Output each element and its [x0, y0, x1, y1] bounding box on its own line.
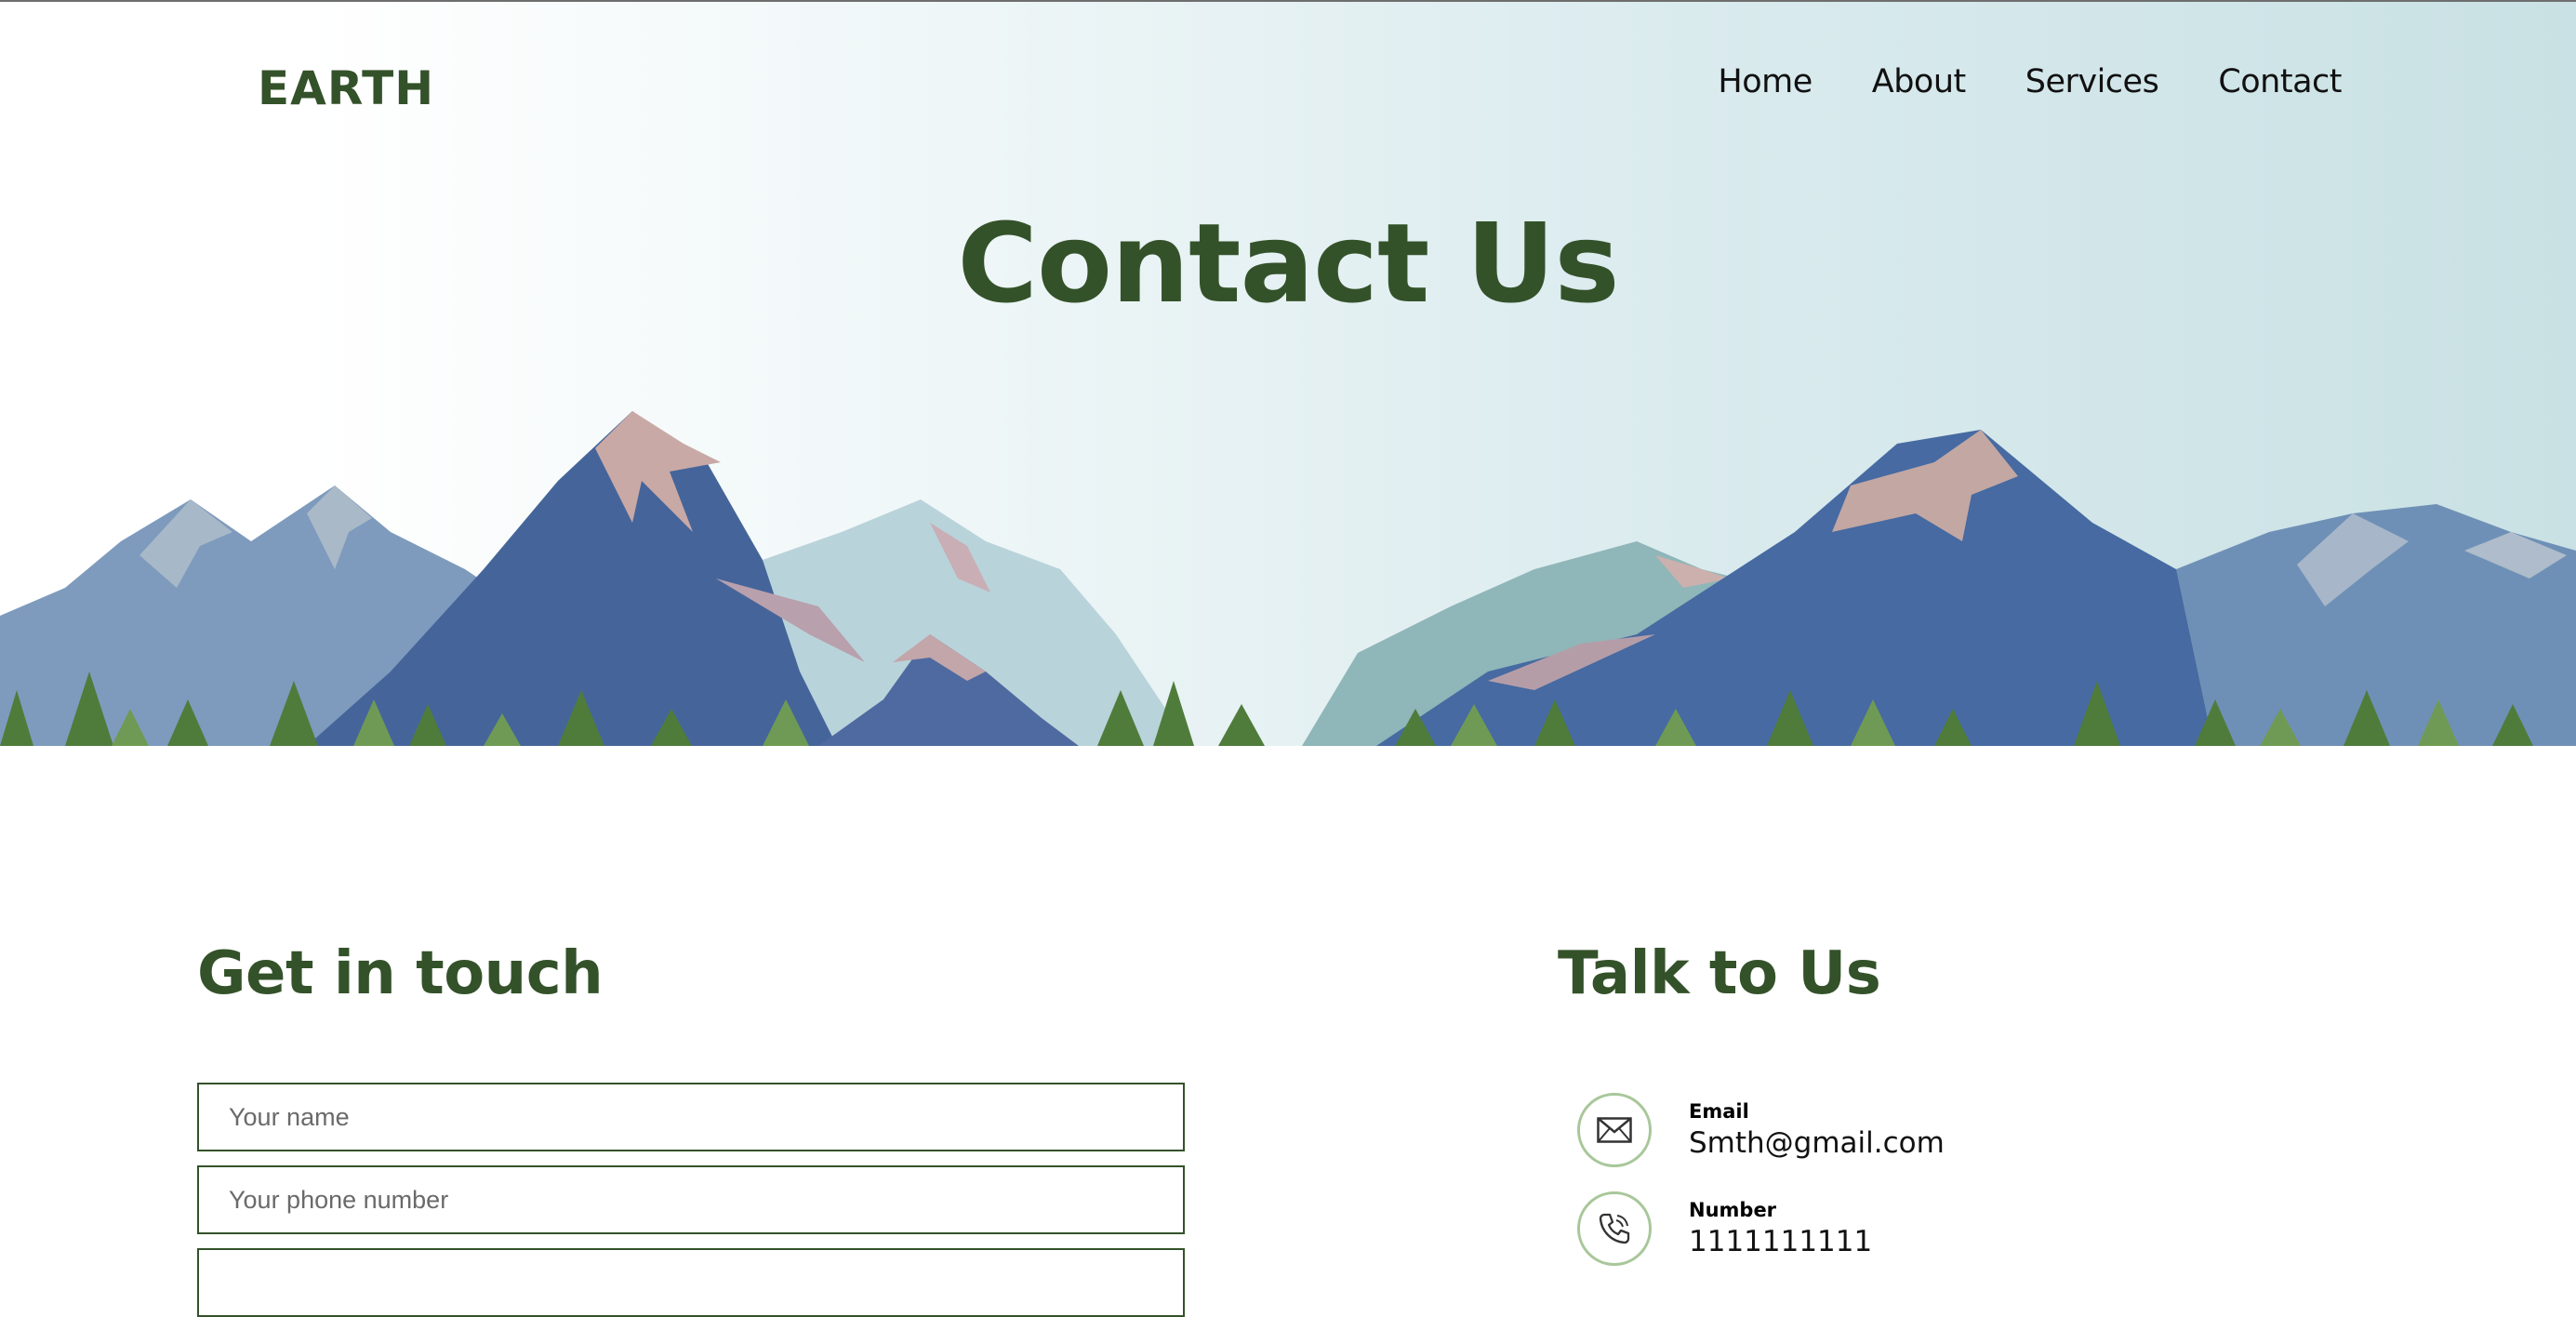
envelope-icon — [1577, 1093, 1652, 1167]
phone-icon — [1577, 1191, 1652, 1266]
name-input[interactable] — [197, 1083, 1185, 1151]
phone-input[interactable] — [197, 1165, 1185, 1234]
nav-link-contact[interactable]: Contact — [2218, 63, 2342, 100]
number-label: Number — [1689, 1199, 1777, 1221]
number-value[interactable]: 1111111111 — [1689, 1225, 1872, 1258]
contact-number-row: Number 1111111111 — [1577, 1191, 1872, 1266]
nav-link-home[interactable]: Home — [1718, 63, 1812, 100]
contact-email-row: Email Smth@gmail.com — [1577, 1093, 1945, 1167]
nav-link-about[interactable]: About — [1872, 63, 1966, 100]
get-in-touch-title: Get in touch — [197, 939, 604, 1008]
page-title: Contact Us — [957, 199, 1619, 327]
main-nav: Home About Services Contact — [1718, 63, 2342, 100]
mountain-illustration — [0, 411, 2576, 746]
email-value[interactable]: Smth@gmail.com — [1689, 1126, 1945, 1160]
email-input[interactable] — [197, 1248, 1185, 1317]
hero-banner: EARTH Home About Services Contact Contac… — [0, 2, 2576, 746]
email-label: Email — [1689, 1100, 1749, 1123]
site-logo[interactable]: EARTH — [258, 61, 434, 115]
talk-to-us-title: Talk to Us — [1558, 939, 1881, 1008]
nav-link-services[interactable]: Services — [2025, 63, 2159, 100]
